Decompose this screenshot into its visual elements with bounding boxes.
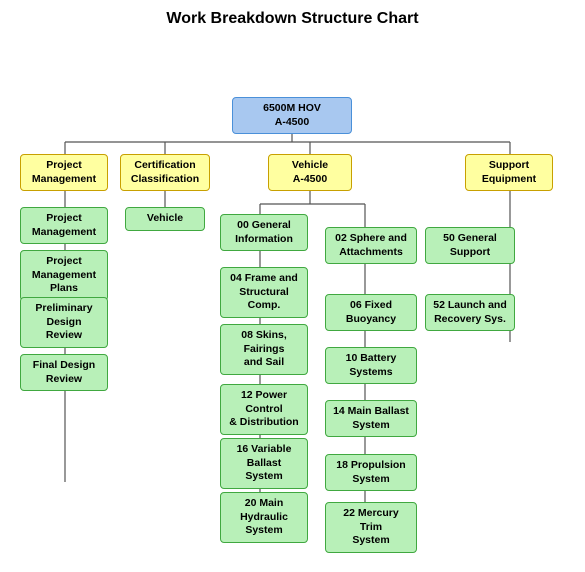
l1-certification: CertificationClassification [120, 154, 210, 191]
veh-right-6: 22 Mercury TrimSystem [325, 502, 417, 553]
veh-right-3: 10 BatterySystems [325, 347, 417, 384]
pm-child-3: PreliminaryDesignReview [20, 297, 108, 348]
page-title: Work Breakdown Structure Chart [10, 10, 575, 28]
l1-project-management: ProjectManagement [20, 154, 108, 191]
pm-child-1: ProjectManagement [20, 207, 108, 244]
pm-child-2: ProjectManagementPlans [20, 250, 108, 301]
veh-left-2: 04 Frame andStructuralComp. [220, 267, 308, 318]
veh-left-1: 00 GeneralInformation [220, 214, 308, 251]
veh-right-1: 02 Sphere andAttachments [325, 227, 417, 264]
root-node: 6500M HOVA-4500 [232, 97, 352, 134]
veh-left-5: 16 VariableBallastSystem [220, 438, 308, 489]
veh-left-4: 12 PowerControl& Distribution [220, 384, 308, 435]
support-child-1: 50 GeneralSupport [425, 227, 515, 264]
veh-right-5: 18 PropulsionSystem [325, 454, 417, 491]
pm-child-4: Final DesignReview [20, 354, 108, 391]
l1-vehicle: VehicleA-4500 [268, 154, 352, 191]
veh-right-4: 14 Main BallastSystem [325, 400, 417, 437]
veh-left-6: 20 MainHydraulicSystem [220, 492, 308, 543]
veh-left-3: 08 Skins,Fairingsand Sail [220, 324, 308, 375]
l1-support: SupportEquipment [465, 154, 553, 191]
cert-child-1: Vehicle [125, 207, 205, 231]
veh-right-2: 06 FixedBuoyancy [325, 294, 417, 331]
support-child-2: 52 Launch andRecovery Sys. [425, 294, 515, 331]
